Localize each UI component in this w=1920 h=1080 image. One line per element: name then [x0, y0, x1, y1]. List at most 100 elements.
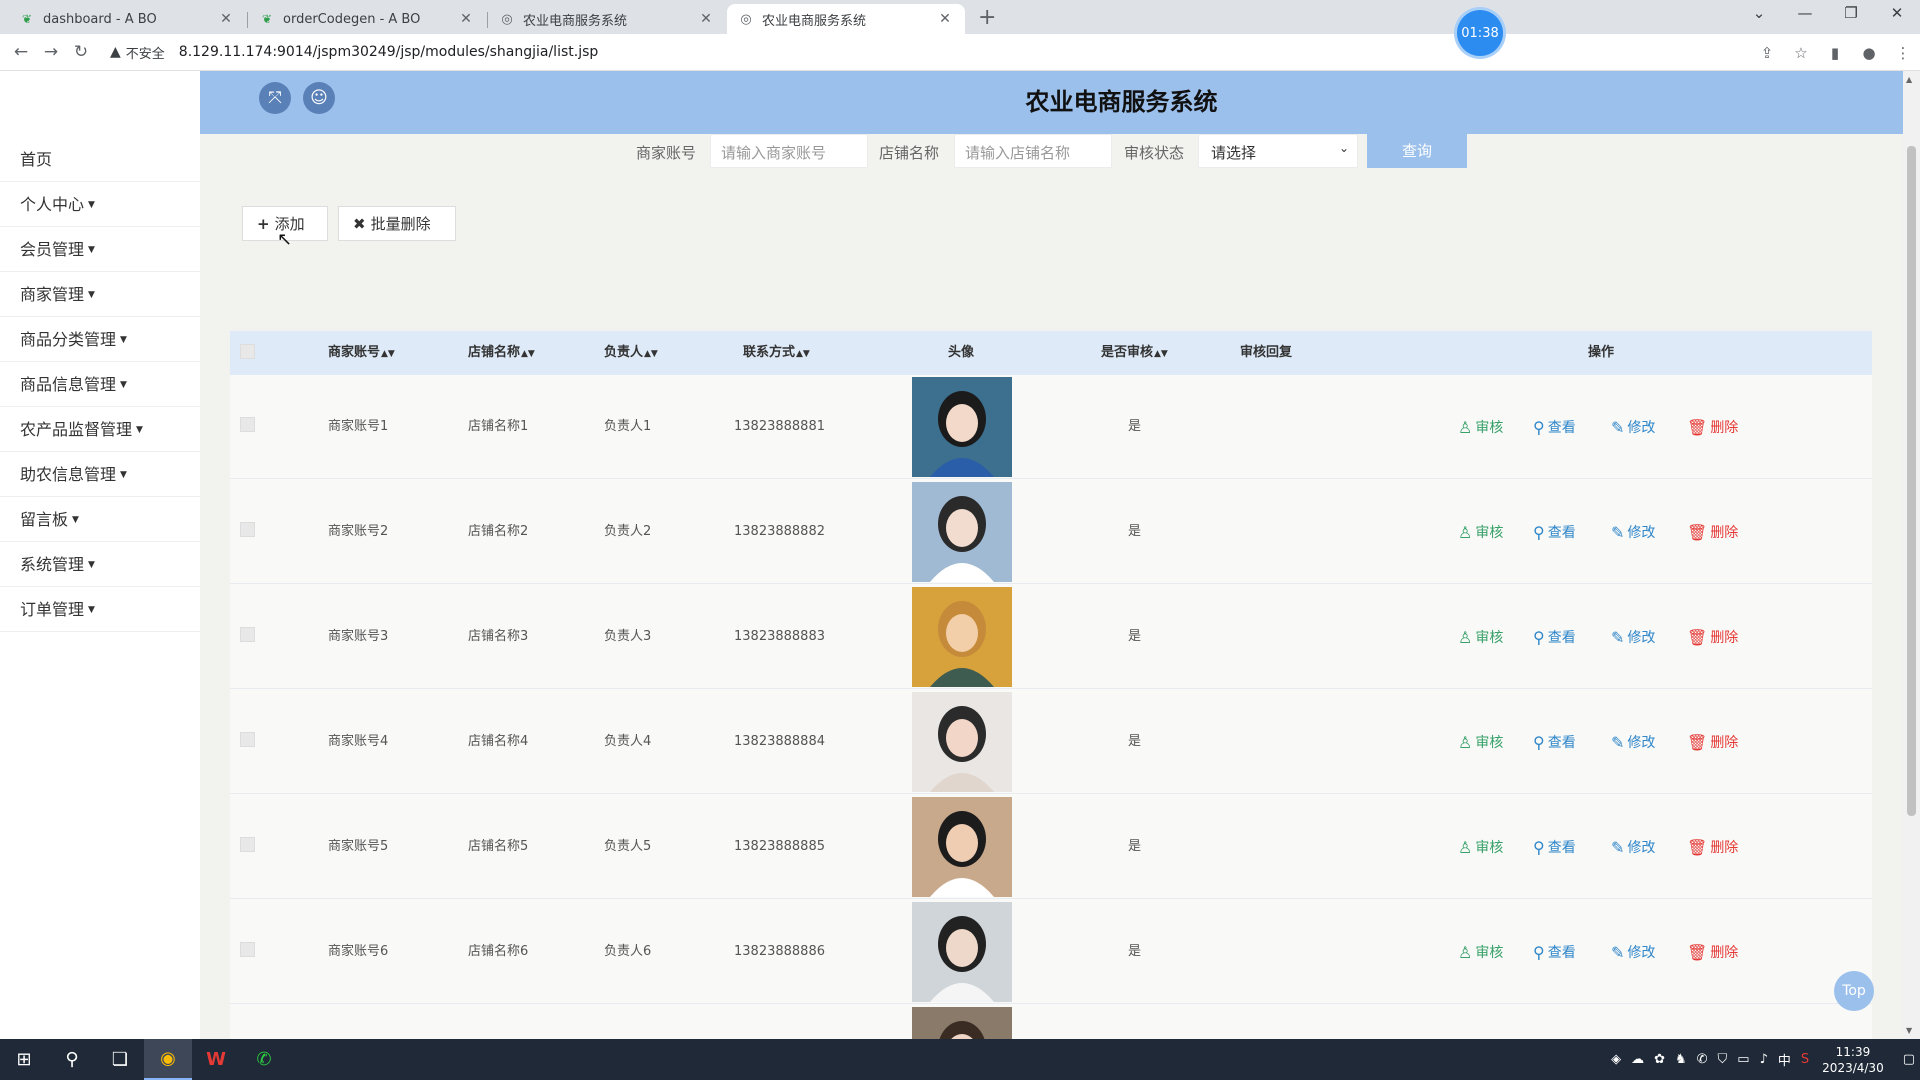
delete-button[interactable]: 🗑 删除	[1687, 942, 1738, 962]
row-checkbox[interactable]	[240, 627, 255, 642]
restore-button[interactable]: ❐	[1828, 4, 1874, 22]
audit-button[interactable]: ♙ 审核	[1458, 732, 1503, 752]
reload-icon[interactable]: ↻	[66, 42, 96, 62]
row-checkbox[interactable]	[240, 522, 255, 537]
sidebar-item[interactable]: 商品信息管理 ▼	[0, 362, 200, 407]
sidebar-item[interactable]: 系统管理 ▼	[0, 542, 200, 587]
delete-button[interactable]: 🗑 删除	[1687, 837, 1738, 857]
more-menu-icon[interactable]: ⋮	[1886, 44, 1920, 62]
audit-button[interactable]: ♙ 审核	[1458, 522, 1503, 542]
query-button[interactable]: 查询	[1367, 134, 1467, 168]
tab-search-icon[interactable]: ⌄	[1736, 4, 1782, 22]
cell-audited: 是	[1128, 524, 1142, 539]
windows-start-icon[interactable]: ⊞	[0, 1039, 48, 1080]
scroll-down-icon[interactable]: ▼	[1906, 1026, 1912, 1035]
tray-app-icon[interactable]: ♞	[1675, 1052, 1687, 1067]
wps-icon[interactable]: W	[192, 1039, 240, 1080]
close-icon[interactable]: ✕	[698, 11, 714, 27]
column-header-shop[interactable]: 店铺名称▲▼	[468, 331, 535, 376]
search-icon[interactable]: ⚲	[48, 1039, 96, 1080]
batch-delete-button[interactable]: ✖ 批量删除	[338, 206, 456, 241]
shield-icon[interactable]: ⛉	[1718, 1052, 1728, 1067]
sidebar-item[interactable]: 商品分类管理 ▼	[0, 317, 200, 362]
column-header-account[interactable]: 商家账号▲▼	[328, 331, 395, 376]
view-button[interactable]: ⚲ 查看	[1533, 522, 1576, 542]
scrollbar-thumb[interactable]	[1907, 146, 1916, 816]
row-checkbox[interactable]	[240, 417, 255, 432]
sidebar-item[interactable]: 订单管理 ▼	[0, 587, 200, 632]
sidebar-item[interactable]: 个人中心 ▼	[0, 182, 200, 227]
edit-button[interactable]: ✎ 修改	[1611, 837, 1655, 857]
view-button[interactable]: ⚲ 查看	[1533, 942, 1576, 962]
share-icon[interactable]: ⇪	[1750, 44, 1784, 62]
clock[interactable]: 11:39 2023/4/30	[1822, 1044, 1884, 1076]
url-text[interactable]: 8.129.11.174:9014/jspm30249/jsp/modules/…	[179, 44, 598, 60]
wechat-icon[interactable]: ✆	[240, 1039, 288, 1080]
edit-button[interactable]: ✎ 修改	[1611, 417, 1655, 437]
merchant-account-input[interactable]: 请输入商家账号	[710, 134, 868, 168]
timer-badge[interactable]: 01:38	[1457, 10, 1503, 56]
shop-name-input[interactable]: 请输入店铺名称	[954, 134, 1112, 168]
task-view-icon[interactable]: ❏	[96, 1039, 144, 1080]
sidebar-item[interactable]: 助农信息管理 ▼	[0, 452, 200, 497]
select-all-checkbox[interactable]	[240, 344, 255, 359]
back-to-top-button[interactable]: Top	[1834, 971, 1874, 1011]
browser-tab[interactable]: ❦ dashboard - A BO ✕	[8, 4, 246, 34]
network-icon[interactable]: ▭	[1737, 1052, 1749, 1067]
notification-icon[interactable]: ▢	[1903, 1052, 1915, 1067]
row-checkbox[interactable]	[240, 732, 255, 747]
tray-app-icon[interactable]: ✿	[1654, 1052, 1665, 1067]
ime-indicator[interactable]: 中	[1778, 1050, 1791, 1069]
delete-button[interactable]: 🗑 删除	[1687, 417, 1738, 437]
bookmark-star-icon[interactable]: ☆	[1784, 44, 1818, 62]
delete-button[interactable]: 🗑 删除	[1687, 732, 1738, 752]
column-header-audited[interactable]: 是否审核▲▼	[1101, 331, 1168, 376]
new-tab-button[interactable]: +	[978, 5, 996, 30]
security-warning[interactable]: ▲ 不安全	[110, 43, 165, 62]
delete-button[interactable]: 🗑 删除	[1687, 522, 1738, 542]
page-scrollbar[interactable]: ▲ ▼	[1903, 71, 1920, 1039]
audit-button[interactable]: ♙ 审核	[1458, 942, 1503, 962]
row-checkbox[interactable]	[240, 837, 255, 852]
close-icon[interactable]: ✕	[218, 11, 234, 27]
close-icon[interactable]: ✕	[458, 11, 474, 27]
sidebar-item[interactable]: 留言板 ▼	[0, 497, 200, 542]
edit-button[interactable]: ✎ 修改	[1611, 942, 1655, 962]
sidebar-item[interactable]: 首页	[0, 137, 200, 182]
delete-button[interactable]: 🗑 删除	[1687, 627, 1738, 647]
browser-tab[interactable]: ◎ 农业电商服务系统 ✕	[488, 4, 726, 34]
view-button[interactable]: ⚲ 查看	[1533, 732, 1576, 752]
audit-status-select[interactable]: 请选择 ⌄	[1198, 134, 1358, 168]
back-icon[interactable]: ←	[6, 42, 36, 62]
edit-button[interactable]: ✎ 修改	[1611, 522, 1655, 542]
browser-tab[interactable]: ❦ orderCodegen - A BO ✕	[248, 4, 486, 34]
profile-icon[interactable]: ●	[1852, 44, 1886, 62]
chrome-icon[interactable]: ◉	[144, 1039, 192, 1080]
cloud-icon[interactable]: ☁	[1631, 1052, 1644, 1067]
sidebar-item[interactable]: 商家管理 ▼	[0, 272, 200, 317]
close-icon[interactable]: ✕	[937, 11, 953, 27]
edit-button[interactable]: ✎ 修改	[1611, 732, 1655, 752]
scroll-up-icon[interactable]: ▲	[1906, 75, 1912, 84]
sidebar-item[interactable]: 会员管理 ▼	[0, 227, 200, 272]
audit-button[interactable]: ♙ 审核	[1458, 837, 1503, 857]
volume-icon[interactable]: ♪	[1760, 1052, 1768, 1067]
view-button[interactable]: ⚲ 查看	[1533, 837, 1576, 857]
side-panel-icon[interactable]: ▮	[1818, 44, 1852, 62]
sogou-icon[interactable]: S	[1801, 1052, 1809, 1067]
column-header-manager[interactable]: 负责人▲▼	[604, 331, 658, 376]
column-header-phone[interactable]: 联系方式▲▼	[743, 331, 810, 376]
sidebar-item[interactable]: 农产品监督管理 ▼	[0, 407, 200, 452]
forward-icon[interactable]: →	[36, 42, 66, 62]
close-window-button[interactable]: ✕	[1874, 4, 1920, 22]
view-button[interactable]: ⚲ 查看	[1533, 417, 1576, 437]
row-checkbox[interactable]	[240, 942, 255, 957]
tray-app-icon[interactable]: ◈	[1611, 1052, 1621, 1067]
wechat-tray-icon[interactable]: ✆	[1697, 1052, 1708, 1067]
audit-button[interactable]: ♙ 审核	[1458, 627, 1503, 647]
edit-button[interactable]: ✎ 修改	[1611, 627, 1655, 647]
minimize-button[interactable]: —	[1782, 4, 1828, 22]
audit-button[interactable]: ♙ 审核	[1458, 417, 1503, 437]
browser-tab-active[interactable]: ◎ 农业电商服务系统 ✕	[727, 4, 965, 34]
view-button[interactable]: ⚲ 查看	[1533, 627, 1576, 647]
